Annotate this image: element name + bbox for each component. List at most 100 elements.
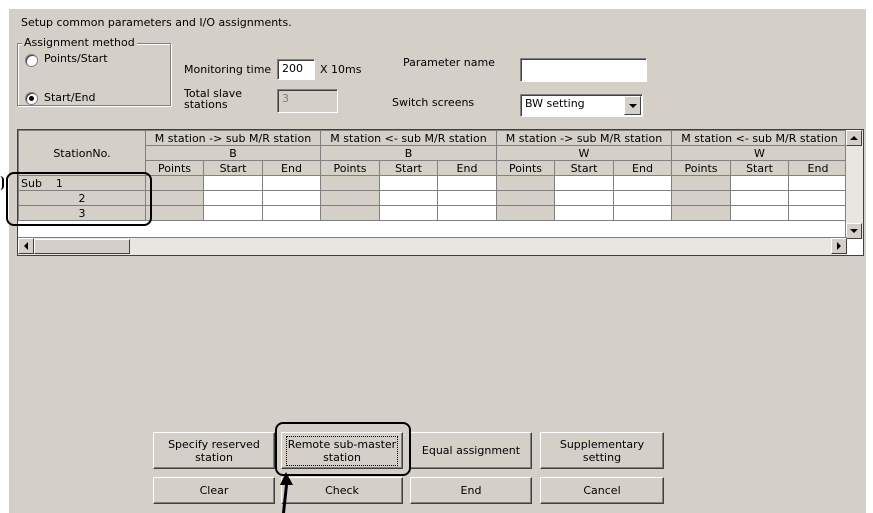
arrow-right-icon — [837, 242, 841, 250]
parameter-name-input[interactable] — [520, 58, 647, 82]
end-cell[interactable] — [262, 190, 321, 206]
start-cell[interactable] — [730, 175, 789, 191]
device-header-4: W — [671, 145, 848, 161]
clear-button[interactable]: Clear — [153, 477, 275, 504]
subcol-end: End — [262, 160, 321, 176]
subcol-points: Points — [671, 160, 731, 176]
callout-connector — [0, 176, 4, 190]
subcol-points: Points — [145, 160, 204, 176]
specify-reserved-station-button[interactable]: Specify reserved station — [153, 432, 275, 469]
equal-assignment-button[interactable]: Equal assignment — [410, 432, 532, 469]
start-end-radio[interactable] — [25, 92, 38, 105]
end-cell[interactable] — [788, 190, 848, 206]
start-cell[interactable] — [554, 190, 614, 206]
cancel-button[interactable]: Cancel — [540, 477, 664, 504]
subcol-start: Start — [379, 160, 438, 176]
start-cell[interactable] — [203, 190, 263, 206]
points-cell — [496, 175, 555, 191]
start-cell[interactable] — [730, 190, 789, 206]
points-cell — [496, 190, 555, 206]
start-cell[interactable] — [554, 175, 614, 191]
end-cell[interactable] — [437, 175, 497, 191]
points-cell — [145, 175, 204, 191]
points-start-label[interactable]: Points/Start — [44, 52, 108, 65]
subcol-start: Start — [554, 160, 614, 176]
points-cell — [320, 190, 380, 206]
horizontal-scroll-thumb[interactable] — [34, 239, 130, 254]
group-header-2: M station <- sub M/R station — [320, 130, 497, 146]
end-cell[interactable] — [613, 205, 672, 221]
supplementary-setting-label: Supplementary setting — [560, 438, 644, 464]
supplementary-setting-button[interactable]: Supplementary setting — [540, 432, 664, 469]
specify-reserved-line1: Specify reserved — [168, 437, 260, 451]
end-cell[interactable] — [437, 190, 497, 206]
end-cell[interactable] — [788, 205, 848, 221]
clear-label: Clear — [199, 484, 229, 497]
horizontal-scrollbar[interactable] — [18, 237, 847, 255]
instruction-text: Setup common parameters and I/O assignme… — [21, 16, 292, 29]
subcol-points: Points — [496, 160, 555, 176]
start-cell[interactable] — [730, 205, 789, 221]
vertical-scrollbar[interactable] — [845, 130, 863, 239]
points-cell — [671, 205, 731, 221]
subcol-end: End — [437, 160, 497, 176]
arrow-left-icon — [24, 242, 28, 250]
scroll-up-button[interactable] — [846, 130, 862, 146]
dialog: Setup common parameters and I/O assignme… — [9, 9, 866, 513]
points-cell — [145, 190, 204, 206]
cancel-label: Cancel — [583, 484, 621, 497]
parameter-name-label: Parameter name — [403, 56, 495, 69]
supplementary-line1: Supplementary — [559, 437, 645, 451]
subcol-end: End — [788, 160, 848, 176]
remote-sub-master-highlight — [275, 422, 411, 476]
total-slave-stations-field: 3 — [277, 89, 338, 113]
points-cell — [496, 205, 555, 221]
scroll-down-button[interactable] — [846, 223, 862, 239]
monitoring-time-input[interactable]: 200 — [277, 59, 315, 80]
points-cell — [145, 205, 204, 221]
start-cell[interactable] — [554, 205, 614, 221]
end-cell[interactable] — [788, 175, 848, 191]
total-slave-label: Total slave stations — [184, 88, 242, 110]
assignment-method-title: Assignment method — [22, 36, 137, 49]
subcol-end: End — [613, 160, 672, 176]
group-header-4: M station <- sub M/R station — [671, 130, 848, 146]
group-header-1: M station -> sub M/R station — [145, 130, 321, 146]
points-cell — [671, 190, 731, 206]
end-cell[interactable] — [262, 205, 321, 221]
points-start-radio[interactable] — [25, 54, 38, 67]
radio-selected-dot — [29, 96, 34, 101]
end-cell[interactable] — [613, 175, 672, 191]
end-cell[interactable] — [262, 175, 321, 191]
start-cell[interactable] — [379, 175, 438, 191]
pointer-arrow-icon — [280, 472, 293, 513]
scroll-right-button[interactable] — [831, 238, 847, 254]
specify-reserved-line2: station — [195, 450, 233, 464]
switch-screens-select[interactable]: BW setting — [520, 94, 643, 117]
chevron-down-icon — [628, 103, 637, 108]
monitoring-time-unit: X 10ms — [320, 63, 362, 76]
check-label: Check — [325, 484, 359, 497]
check-button[interactable]: Check — [281, 477, 403, 504]
end-button[interactable]: End — [410, 477, 532, 504]
subcol-start: Start — [730, 160, 789, 176]
arrow-up-icon — [850, 136, 858, 140]
subcol-points: Points — [320, 160, 380, 176]
start-cell[interactable] — [203, 175, 263, 191]
specify-reserved-label: Specify reserved station — [168, 438, 260, 464]
start-end-label[interactable]: Start/End — [44, 91, 95, 104]
points-cell — [671, 175, 731, 191]
station-rows-highlight — [6, 172, 152, 226]
end-cell[interactable] — [613, 190, 672, 206]
switch-screens-value: BW setting — [525, 97, 585, 110]
start-cell[interactable] — [203, 205, 263, 221]
monitoring-time-label: Monitoring time — [184, 63, 272, 76]
start-cell[interactable] — [379, 205, 438, 221]
start-cell[interactable] — [379, 190, 438, 206]
end-cell[interactable] — [437, 205, 497, 221]
switch-screens-dropdown-button[interactable] — [624, 96, 641, 115]
group-header-3: M station -> sub M/R station — [496, 130, 672, 146]
subcol-start: Start — [203, 160, 263, 176]
supplementary-line2: setting — [582, 450, 622, 464]
scroll-left-button[interactable] — [18, 238, 34, 254]
